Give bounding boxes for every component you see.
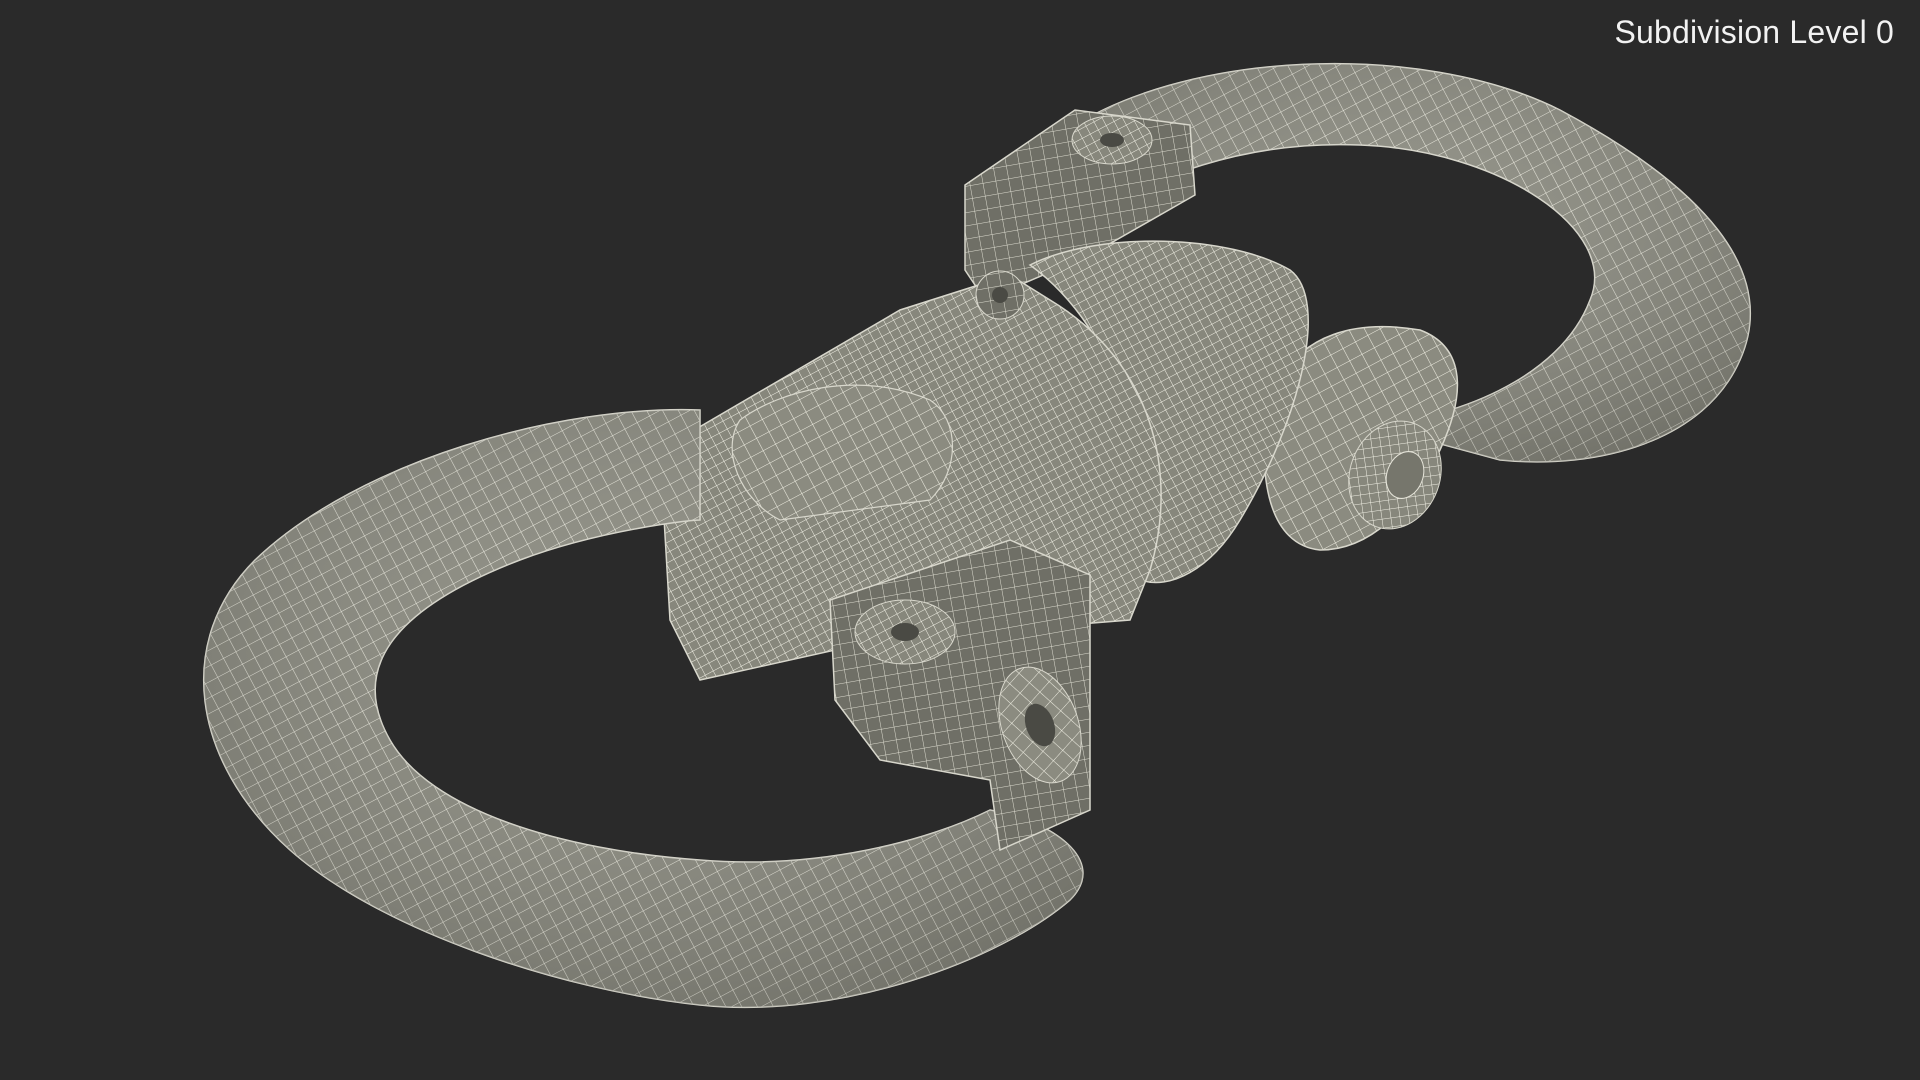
subdivision-level-label: Subdivision Level 0 (1614, 14, 1894, 50)
render-viewport: Subdivision Level 0 (0, 0, 1920, 1080)
front-block (829, 539, 1091, 852)
wireframe-render (203, 62, 1751, 1009)
